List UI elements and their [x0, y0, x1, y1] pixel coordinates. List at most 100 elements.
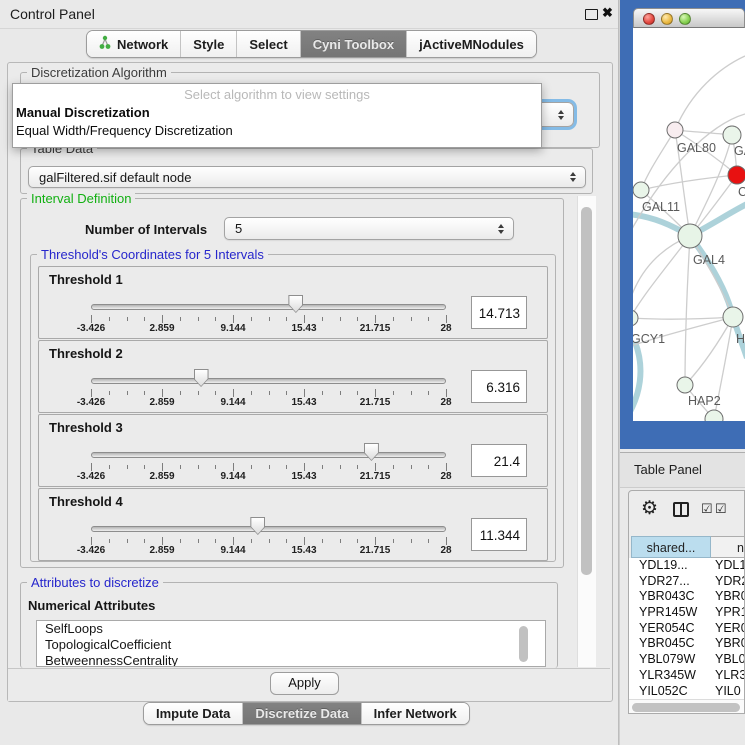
cell-shared-name[interactable]: YBL079W	[639, 652, 695, 668]
network-node-hap2[interactable]	[677, 377, 693, 393]
slider-track[interactable]	[91, 452, 446, 458]
cell-name[interactable]: YBL0	[715, 652, 745, 668]
algorithm-dropdown-popup: Select algorithm to view settings Manual…	[12, 83, 542, 148]
cell-shared-name[interactable]: YBR043C	[639, 589, 695, 605]
slider-tick	[375, 315, 376, 323]
main-scrollbar-track[interactable]	[577, 196, 596, 667]
slider-thumb[interactable]	[364, 443, 379, 461]
close-icon[interactable]: ✖	[602, 5, 613, 21]
slider-tick	[109, 539, 110, 543]
scale-label: -3.426	[77, 397, 105, 408]
slider-tick	[233, 389, 234, 397]
network-node-gal80[interactable]	[667, 122, 683, 138]
num-intervals-select[interactable]: 5	[224, 217, 514, 240]
list-item-selfloops[interactable]: SelfLoops	[37, 621, 545, 637]
slider-tick	[127, 391, 128, 395]
cell-name[interactable]: YDL1	[715, 558, 745, 574]
table-row[interactable]: YDL19... YDL1	[629, 558, 745, 574]
slider-tick	[198, 391, 199, 395]
apply-button[interactable]: Apply	[270, 672, 339, 695]
numerical-attributes-list[interactable]: SelfLoopsTopologicalCoefficientBetweenne…	[36, 620, 546, 667]
algorithm-placeholder-option[interactable]: Select algorithm to view settings	[13, 87, 541, 102]
slider-thumb[interactable]	[288, 295, 303, 313]
network-node-c[interactable]	[728, 166, 745, 184]
network-node-gcy1[interactable]	[633, 310, 638, 326]
table-row[interactable]: YBR043C YBR0	[629, 589, 745, 605]
tab-infer-network[interactable]: Infer Network	[361, 703, 469, 724]
slider-track[interactable]	[91, 526, 446, 532]
slider-tick	[322, 391, 323, 395]
slider-track[interactable]	[91, 378, 446, 384]
control-panel: Control Panel ✖ NetworkStyleSelectCyni T…	[0, 0, 619, 745]
threshold-value-field[interactable]: 21.4	[471, 444, 527, 477]
table-row[interactable]: YBL079W YBL0	[629, 652, 745, 668]
cell-shared-name[interactable]: YBR045C	[639, 636, 695, 652]
cell-name[interactable]: YER0	[715, 621, 745, 637]
gear-icon[interactable]: ⚙	[641, 497, 658, 520]
zoom-traffic-light-icon[interactable]	[679, 13, 691, 25]
scale-label: 2.859	[149, 545, 174, 556]
checkbox-icon[interactable]: ☑	[701, 501, 713, 517]
columns-icon[interactable]	[673, 502, 689, 517]
tab-cyni-toolbox[interactable]: Cyni Toolbox	[300, 31, 406, 57]
table-data-select[interactable]: galFiltered.sif default node	[28, 166, 586, 188]
tab-select[interactable]: Select	[236, 31, 299, 57]
cell-name[interactable]: YBR0	[715, 589, 745, 605]
threshold-value-field[interactable]: 6.316	[471, 370, 527, 403]
cell-shared-name[interactable]: YPR145W	[639, 605, 697, 621]
cell-name[interactable]: YBR0	[715, 636, 745, 652]
list-item-betweennesscentrality[interactable]: BetweennessCentrality	[37, 653, 545, 667]
table-hscrollbar-track[interactable]	[629, 699, 745, 714]
tab-discretize-data[interactable]: Discretize Data	[242, 703, 360, 724]
float-window-icon[interactable]	[585, 9, 598, 20]
threshold-panel-1: Threshold 1-3.4262.8599.14415.4321.71528…	[38, 266, 548, 339]
threshold-value-field[interactable]: 11.344	[471, 518, 527, 551]
cell-name[interactable]: YLR3	[715, 668, 745, 684]
table-row[interactable]: YDR27... YDR2	[629, 574, 745, 590]
close-traffic-light-icon[interactable]	[643, 13, 655, 25]
threshold-label: Threshold 1	[49, 272, 123, 287]
cell-shared-name[interactable]: YDL19...	[639, 558, 688, 574]
network-node-h[interactable]	[723, 307, 743, 327]
cell-name[interactable]: YIL0	[715, 684, 741, 700]
cell-shared-name[interactable]: YLR345W	[639, 668, 696, 684]
algorithm-option-manual[interactable]: Manual Discretization	[16, 105, 150, 120]
slider-thumb[interactable]	[194, 369, 209, 387]
column-header-shared-name[interactable]: shared...	[631, 536, 711, 558]
main-scrollbar-thumb[interactable]	[581, 207, 592, 575]
slider-track[interactable]	[91, 304, 446, 310]
cell-shared-name[interactable]: YER054C	[639, 621, 695, 637]
threshold-value-field[interactable]: 14.713	[471, 296, 527, 329]
column-header-name[interactable]: n	[711, 536, 745, 558]
cell-name[interactable]: YDR2	[715, 574, 745, 590]
tab-style[interactable]: Style	[180, 31, 236, 57]
table-row[interactable]: YIL052C YIL0	[629, 684, 745, 700]
list-scrollbar-thumb[interactable]	[519, 626, 528, 662]
cell-shared-name[interactable]: YIL052C	[639, 684, 688, 700]
network-canvas[interactable]: GAL80GACGAL11GAL4GCY1HHAP2	[633, 28, 745, 421]
table-row[interactable]: YER054C YER0	[629, 621, 745, 637]
application-root: Control Panel ✖ NetworkStyleSelectCyni T…	[0, 0, 745, 745]
minimize-traffic-light-icon[interactable]	[661, 13, 673, 25]
slider-thumb[interactable]	[250, 517, 265, 535]
slider-tick	[162, 315, 163, 323]
table-row[interactable]: YBR045C YBR0	[629, 636, 745, 652]
list-item-topologicalcoefficient[interactable]: TopologicalCoefficient	[37, 637, 545, 653]
cell-shared-name[interactable]: YDR27...	[639, 574, 690, 590]
slider-tick	[304, 389, 305, 397]
tab-impute-data[interactable]: Impute Data	[144, 703, 242, 724]
table-hscrollbar-thumb[interactable]	[632, 703, 740, 712]
tab-jactivemnodules[interactable]: jActiveMNodules	[406, 31, 536, 57]
network-node-gal11[interactable]	[633, 182, 649, 198]
table-row[interactable]: YPR145W YPR1	[629, 605, 745, 621]
algorithm-option-equal-width[interactable]: Equal Width/Frequency Discretization	[16, 123, 233, 138]
network-node-gal4[interactable]	[678, 224, 702, 248]
tab-network[interactable]: Network	[87, 31, 180, 57]
threshold-panel-3: Threshold 3-3.4262.8599.14415.4321.71528…	[38, 414, 548, 487]
cell-name[interactable]: YPR1	[715, 605, 745, 621]
checkbox-icon[interactable]: ☑	[715, 501, 727, 517]
network-window-titlebar[interactable]	[633, 8, 745, 28]
network-node-ga[interactable]	[723, 126, 741, 144]
table-row[interactable]: YLR345W YLR3	[629, 668, 745, 684]
node-label-h: H	[736, 332, 745, 346]
